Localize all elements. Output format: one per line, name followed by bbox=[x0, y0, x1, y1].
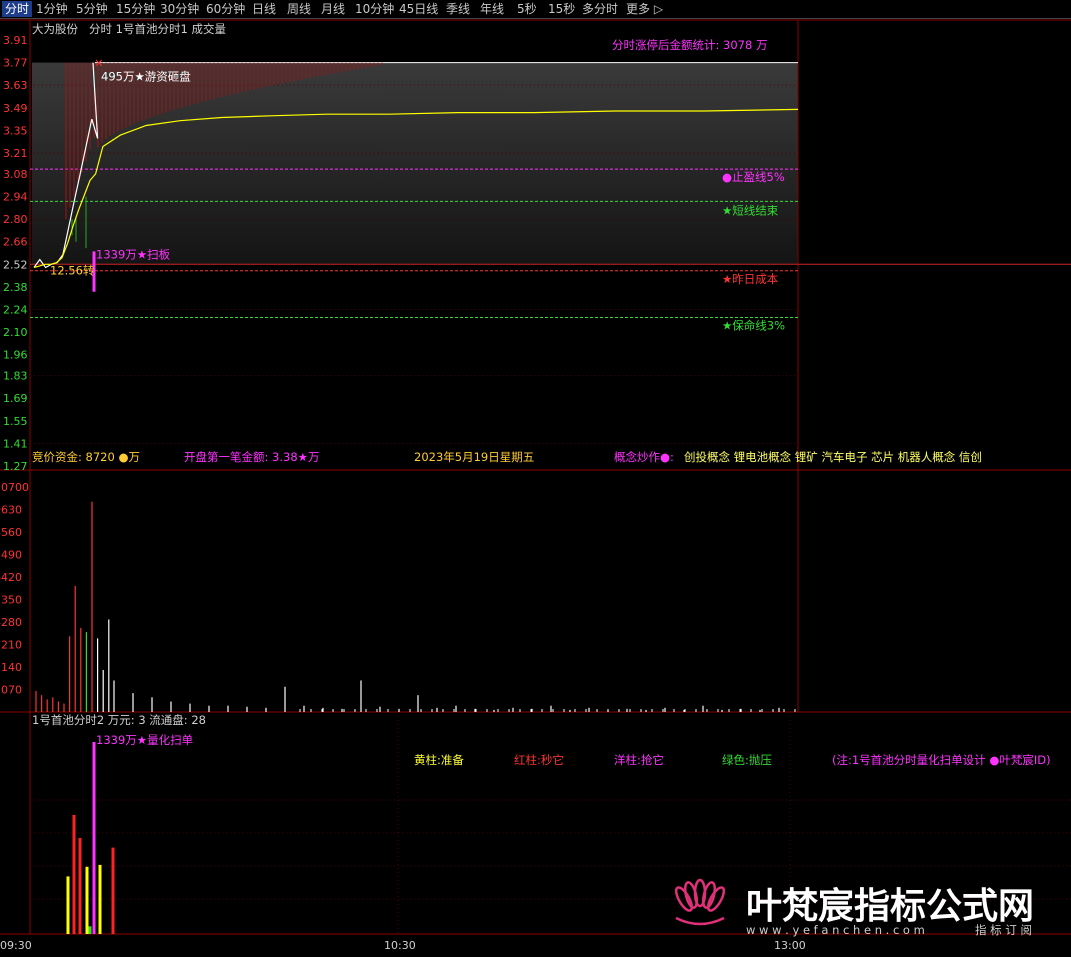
tab-2[interactable]: 5分钟 bbox=[76, 1, 108, 17]
price-tick-8: 2.80 bbox=[3, 213, 28, 226]
scan-panel-header: 1号首池分时2 万元: 3 流通盘: 28 bbox=[32, 713, 206, 727]
volume-tick-9: 1070 bbox=[0, 684, 22, 697]
price-tick-5: 3.21 bbox=[3, 147, 28, 160]
volume-tick-8: 2140 bbox=[0, 661, 22, 674]
price-tick-12: 2.24 bbox=[3, 303, 28, 316]
watermark-tag: 指 标 订 阅 bbox=[975, 923, 1032, 937]
price-tick-6: 3.08 bbox=[3, 168, 28, 181]
price-tick-16: 1.69 bbox=[3, 392, 28, 405]
price-tick-9: 2.66 bbox=[3, 236, 28, 249]
volume-tick-0: 10700 bbox=[0, 481, 29, 494]
brand-logo bbox=[674, 878, 726, 926]
tab-4[interactable]: 30分钟 bbox=[160, 1, 199, 17]
volume-tick-7: 3210 bbox=[0, 639, 22, 652]
tab-7[interactable]: 周线 bbox=[287, 1, 311, 17]
lotus-base bbox=[675, 916, 725, 926]
annotation-zhuan: 12.56转 bbox=[50, 263, 95, 277]
label-short-end: ★短线结束 bbox=[722, 203, 779, 217]
price-tick-14: 1.96 bbox=[3, 349, 28, 362]
volume-tick-1: 9630 bbox=[0, 504, 22, 517]
tab-5[interactable]: 60分钟 bbox=[206, 1, 245, 17]
period-tab-bar: 分时 1分钟 5分钟 15分钟 30分钟 60分钟 日线 周线 月线 10分钟 45日线 季线 年线 5秒… bbox=[0, 0, 1071, 19]
time-tick-1: 10:30 bbox=[384, 939, 416, 952]
legend-yellow: 黄柱:准备 bbox=[414, 753, 464, 767]
concept-list: 创投概念 锂电池概念 锂矿 汽车电子 芯片 机器人概念 信创 bbox=[684, 450, 982, 464]
first-trade-amount: 开盘第一笔金额: 3.38★万 bbox=[184, 450, 319, 464]
limit-up-amount: 分时涨停后金额统计: 3078 万 bbox=[612, 38, 767, 52]
price-tick-13: 2.10 bbox=[3, 326, 28, 339]
tab-1[interactable]: 1分钟 bbox=[36, 1, 68, 17]
price-tick-2: 3.63 bbox=[3, 79, 28, 92]
price-tick-0: 3.91 bbox=[3, 34, 28, 47]
time-tick-0: 09:30 bbox=[0, 939, 32, 952]
volume-tick-6: 4280 bbox=[0, 616, 22, 629]
tab-9[interactable]: 10分钟 bbox=[355, 1, 394, 17]
scan-bar-7 bbox=[111, 847, 115, 934]
volume-tick-4: 6420 bbox=[0, 571, 22, 584]
label-cost-line: ★昨日成本 bbox=[722, 272, 779, 286]
price-tick-7: 2.94 bbox=[3, 191, 28, 204]
chart-grid bbox=[0, 19, 1071, 935]
scan-amount-label: 1339万★量化扫单 bbox=[96, 733, 193, 747]
indicator-label: 分时 1号首池分时1 成交量 bbox=[89, 22, 226, 36]
watermark-title: 叶梵宸指标公式网 bbox=[746, 886, 1034, 927]
price-shaded-area bbox=[32, 62, 798, 265]
price-tick-17: 1.55 bbox=[3, 415, 28, 428]
scan-bar-3 bbox=[85, 866, 89, 934]
price-tick-11: 2.38 bbox=[3, 281, 28, 294]
annotation-youzi: 495万★游资砸盘 bbox=[101, 70, 191, 84]
tab-15[interactable]: 多分时 bbox=[582, 1, 618, 17]
price-tick-3: 3.49 bbox=[3, 102, 28, 115]
tab-13[interactable]: 5秒 bbox=[517, 1, 537, 17]
legend-green: 绿色:抛压 bbox=[722, 753, 772, 767]
scan-bar-1 bbox=[72, 814, 76, 934]
scan-bar-4 bbox=[92, 742, 96, 934]
annotation-saoban: 1339万★扫板 bbox=[96, 247, 171, 261]
volume-tick-3: 7490 bbox=[0, 549, 22, 562]
scan-bar-2 bbox=[78, 838, 82, 934]
watermark-url: w w w . y e f a n c h e n . c o m bbox=[746, 923, 925, 937]
price-tick-1: 3.77 bbox=[3, 57, 28, 70]
scan-bar-6 bbox=[88, 926, 92, 934]
tab-0[interactable]: 分时 bbox=[2, 1, 33, 17]
legend-magenta: 洋柱:抢它 bbox=[614, 753, 664, 767]
tab-11[interactable]: 季线 bbox=[446, 1, 470, 17]
price-tick-10: 2.52 bbox=[3, 258, 28, 271]
volume-tick-5: 5350 bbox=[0, 594, 22, 607]
tab-10[interactable]: 45日线 bbox=[399, 1, 438, 17]
auction-amount: 竞价资金: 8720 ●万 bbox=[32, 450, 140, 464]
tab-6[interactable]: 日线 bbox=[252, 1, 276, 17]
price-tick-4: 3.35 bbox=[3, 124, 28, 137]
tab-8[interactable]: 月线 bbox=[321, 1, 345, 17]
tab-16[interactable]: 更多 ▷ bbox=[626, 1, 663, 17]
price-tick-15: 1.83 bbox=[3, 370, 28, 383]
stock-name: 大为股份 bbox=[32, 22, 78, 36]
limit-marker: × bbox=[94, 56, 104, 70]
label-profit-line: ●止盈线5% bbox=[722, 170, 785, 184]
time-tick-2: 13:00 bbox=[774, 939, 806, 952]
volume-plot bbox=[35, 501, 796, 712]
label-life-line: ★保命线3% bbox=[722, 319, 785, 333]
concept-label: 概念炒作●: bbox=[614, 450, 674, 464]
intraday-chart: × 3.91 3.77 3.63 3.49 3.35 3.21 3.08 2.94 2.80 2.… bbox=[0, 19, 1071, 952]
price-tick-18: 1.41 bbox=[3, 437, 28, 450]
legend-red: 红柱:秒它 bbox=[514, 753, 564, 767]
tab-3[interactable]: 15分钟 bbox=[116, 1, 155, 17]
scan-bar-5 bbox=[98, 864, 102, 934]
scan-plot bbox=[66, 742, 115, 934]
trade-date: 2023年5月19日星期五 bbox=[414, 450, 534, 464]
scan-bar-0 bbox=[66, 876, 70, 934]
author-note: (注:1号首池分时量化扫单设计 ●叶梵宸ID) bbox=[832, 753, 1051, 767]
tab-14[interactable]: 15秒 bbox=[548, 1, 575, 17]
tab-12[interactable]: 年线 bbox=[480, 1, 504, 17]
price-tick-19: 1.27 bbox=[3, 460, 28, 473]
volume-tick-2: 8560 bbox=[0, 526, 22, 539]
